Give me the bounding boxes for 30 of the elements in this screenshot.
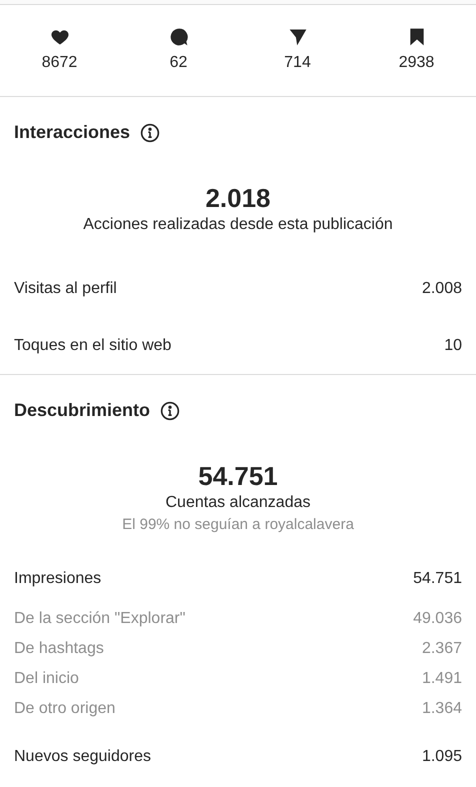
metric-value: 10 <box>444 336 462 356</box>
metric-value: 54.751 <box>413 569 462 589</box>
total-caption: Acciones realizadas desde esta publicación <box>83 215 393 235</box>
metric-label: Visitas al perfil <box>14 278 117 298</box>
total-value: 2.018 <box>205 182 271 214</box>
stat-count: 8672 <box>42 52 78 72</box>
info-icon[interactable] <box>140 122 160 142</box>
metric-label: Nuevos seguidores <box>14 746 151 766</box>
metric-label: De otro origen <box>14 699 116 719</box>
section-title: Descubrimiento <box>14 399 150 422</box>
metric-value: 49.036 <box>413 609 462 629</box>
metric-value: 2.008 <box>422 278 462 298</box>
info-icon[interactable] <box>160 400 180 420</box>
total-note: El 99% no seguían a royalcalavera <box>122 515 354 535</box>
metric-label: Impresiones <box>14 569 102 589</box>
metric-label: De hashtags <box>14 639 104 659</box>
stat-count: 714 <box>284 52 311 72</box>
metric-label: Toques en el sitio web <box>14 336 172 356</box>
stat-count: 2938 <box>398 52 434 72</box>
section-title: Interacciones <box>14 121 130 144</box>
metric-value: 2.367 <box>422 639 462 659</box>
metric-value: 1.364 <box>422 699 462 719</box>
comment-icon <box>168 26 188 46</box>
total-value: 54.751 <box>198 460 278 492</box>
stat-count: 62 <box>170 52 188 72</box>
metric-label: De la sección "Explorar" <box>14 609 186 629</box>
metric-value: 1.491 <box>422 669 462 689</box>
metric-label: Del inicio <box>14 669 79 689</box>
total-caption: Cuentas alcanzadas <box>166 493 310 513</box>
metric-value: 1.095 <box>422 746 462 766</box>
